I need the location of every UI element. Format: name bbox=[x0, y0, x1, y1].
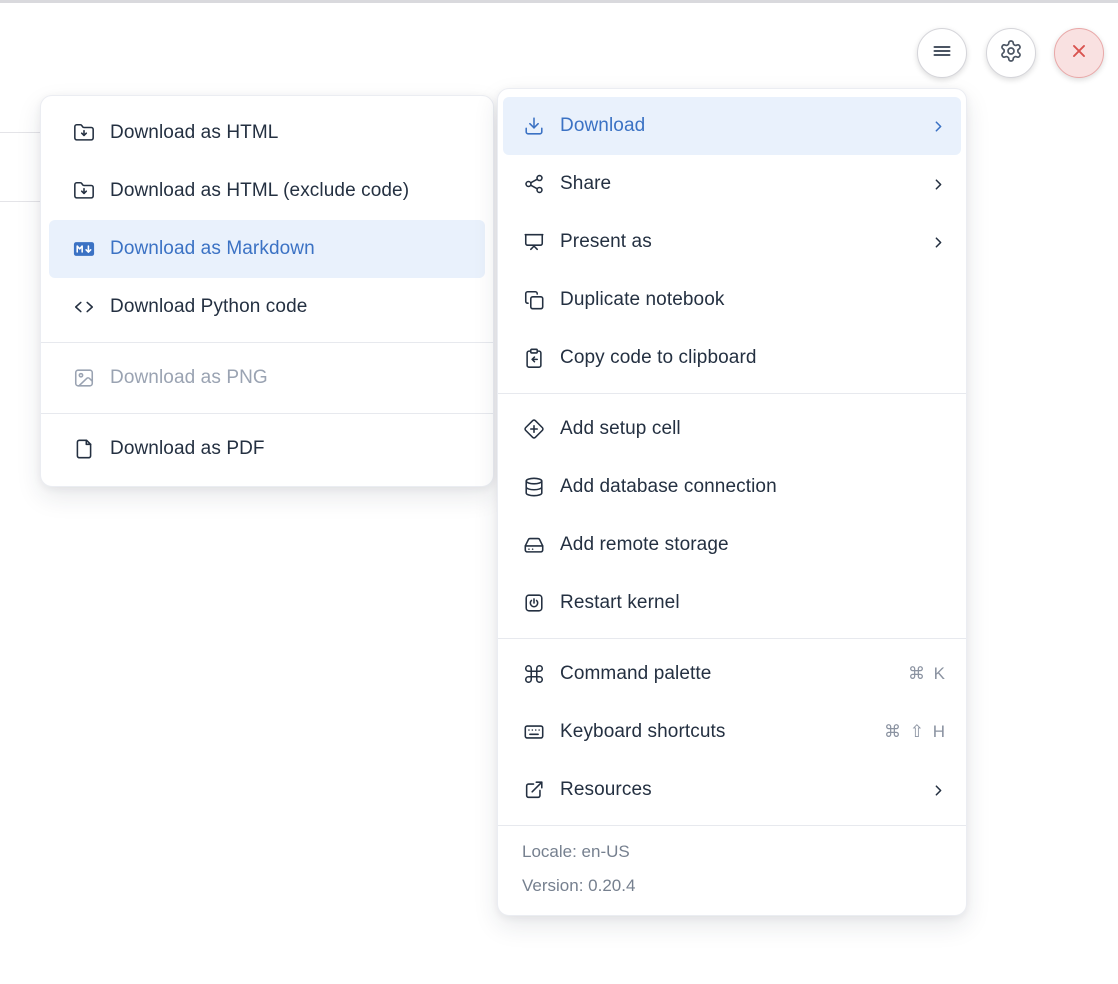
share-icon bbox=[522, 172, 546, 196]
download-icon bbox=[522, 114, 546, 138]
menu-item-add-remote-storage[interactable]: Add remote storage bbox=[503, 516, 961, 574]
menu-item-resources[interactable]: Resources bbox=[503, 761, 961, 819]
external-link-icon bbox=[522, 778, 546, 802]
settings-button[interactable] bbox=[986, 28, 1036, 78]
file-icon bbox=[72, 437, 96, 461]
hard-drive-icon bbox=[522, 533, 546, 557]
folder-download-icon bbox=[72, 179, 96, 203]
submenu-item-download-markdown[interactable]: Download as Markdown bbox=[49, 220, 485, 278]
hamburger-icon bbox=[930, 39, 954, 68]
gear-icon bbox=[999, 39, 1023, 68]
shortcut-hint: ⌘ K bbox=[908, 664, 947, 684]
clipboard-copy-icon bbox=[522, 346, 546, 370]
diamond-plus-icon bbox=[522, 417, 546, 441]
version-text: Version: 0.20.4 bbox=[522, 869, 942, 903]
menu-item-command-palette[interactable]: Command palette ⌘ K bbox=[503, 645, 961, 703]
keyboard-icon bbox=[522, 720, 546, 744]
menu-item-copy-code[interactable]: Copy code to clipboard bbox=[503, 329, 961, 387]
menu-item-label: Duplicate notebook bbox=[560, 289, 724, 311]
menu-item-add-setup-cell[interactable]: Add setup cell bbox=[503, 400, 961, 458]
markdown-icon bbox=[72, 237, 96, 261]
submenu-item-label: Download as PDF bbox=[110, 438, 265, 460]
menu-item-label: Download bbox=[560, 115, 645, 137]
submenu-item-download-html-exclude-code[interactable]: Download as HTML (exclude code) bbox=[49, 162, 485, 220]
chevron-right-icon bbox=[930, 176, 947, 193]
menu-item-label: Command palette bbox=[560, 663, 711, 685]
notebook-menu: Download Share Present as Duplicate note… bbox=[497, 88, 967, 916]
chevron-right-icon bbox=[930, 782, 947, 799]
menu-item-label: Copy code to clipboard bbox=[560, 347, 757, 369]
menu-item-label: Present as bbox=[560, 231, 652, 253]
submenu-item-download-png[interactable]: Download as PNG bbox=[49, 349, 485, 407]
menu-item-duplicate-notebook[interactable]: Duplicate notebook bbox=[503, 271, 961, 329]
menu-item-share[interactable]: Share bbox=[503, 155, 961, 213]
submenu-item-label: Download as Markdown bbox=[110, 238, 315, 260]
menu-item-label: Add setup cell bbox=[560, 418, 681, 440]
submenu-item-label: Download as PNG bbox=[110, 367, 268, 389]
menu-divider bbox=[498, 638, 966, 639]
submenu-item-download-pdf[interactable]: Download as PDF bbox=[49, 420, 485, 478]
folder-download-icon bbox=[72, 121, 96, 145]
menu-item-add-database-connection[interactable]: Add database connection bbox=[503, 458, 961, 516]
download-submenu: Download as HTML Download as HTML (exclu… bbox=[40, 95, 494, 487]
command-icon bbox=[522, 662, 546, 686]
menu-divider bbox=[498, 393, 966, 394]
menu-button[interactable] bbox=[917, 28, 967, 78]
database-icon bbox=[522, 475, 546, 499]
menu-item-label: Resources bbox=[560, 779, 652, 801]
menu-item-download[interactable]: Download bbox=[503, 97, 961, 155]
window-top-edge bbox=[0, 0, 1118, 3]
chevron-right-icon bbox=[930, 118, 947, 135]
chevron-right-icon bbox=[930, 234, 947, 251]
power-icon bbox=[522, 591, 546, 615]
locale-text: Locale: en-US bbox=[522, 835, 942, 869]
presentation-icon bbox=[522, 230, 546, 254]
code-icon bbox=[72, 295, 96, 319]
submenu-item-label: Download Python code bbox=[110, 296, 307, 318]
close-icon bbox=[1068, 40, 1090, 67]
submenu-item-download-html[interactable]: Download as HTML bbox=[49, 104, 485, 162]
menu-item-restart-kernel[interactable]: Restart kernel bbox=[503, 574, 961, 632]
image-icon bbox=[72, 366, 96, 390]
menu-footer: Locale: en-US Version: 0.20.4 bbox=[498, 825, 966, 907]
background-cell-border bbox=[0, 132, 41, 133]
duplicate-icon bbox=[522, 288, 546, 312]
menu-item-present-as[interactable]: Present as bbox=[503, 213, 961, 271]
submenu-item-download-python-code[interactable]: Download Python code bbox=[49, 278, 485, 336]
shortcut-hint: ⌘ ⇧ H bbox=[884, 722, 947, 742]
menu-item-label: Restart kernel bbox=[560, 592, 680, 614]
menu-item-label: Keyboard shortcuts bbox=[560, 721, 726, 743]
close-button[interactable] bbox=[1054, 28, 1104, 78]
submenu-divider bbox=[41, 342, 493, 343]
submenu-item-label: Download as HTML (exclude code) bbox=[110, 180, 409, 202]
menu-item-label: Add database connection bbox=[560, 476, 777, 498]
menu-item-label: Share bbox=[560, 173, 611, 195]
menu-item-keyboard-shortcuts[interactable]: Keyboard shortcuts ⌘ ⇧ H bbox=[503, 703, 961, 761]
background-cell-border bbox=[0, 201, 41, 202]
submenu-item-label: Download as HTML bbox=[110, 122, 278, 144]
submenu-divider bbox=[41, 413, 493, 414]
menu-item-label: Add remote storage bbox=[560, 534, 729, 556]
